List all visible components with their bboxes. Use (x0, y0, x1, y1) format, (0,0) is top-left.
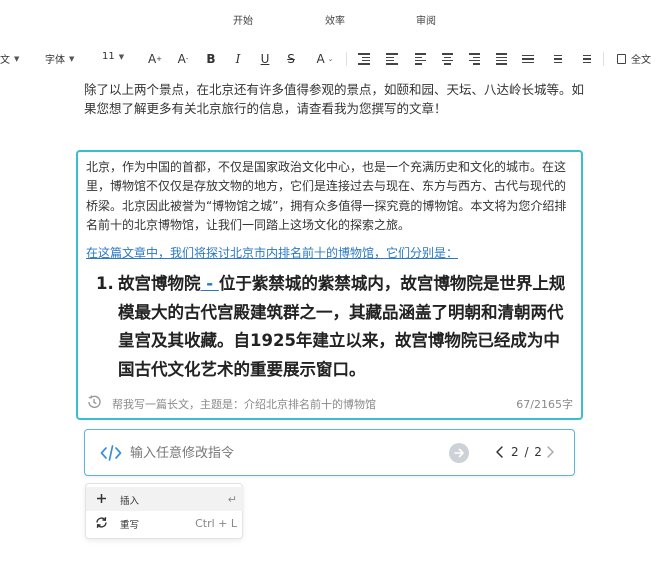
instruction-bar: 2 / 2 (84, 429, 575, 476)
history-icon[interactable] (86, 394, 102, 410)
rewrite-menu-item[interactable]: 重写 Ctrl + L (86, 511, 244, 535)
font-family-label: 字体 (45, 55, 65, 66)
rewrite-label: 重写 (120, 520, 140, 531)
ai-generated-content-card[interactable]: 北京，作为中国的首都，不仅是国家政治文化中心，也是一个充满历史和文化的城市。在这… (76, 150, 583, 420)
text-cursor: - (200, 274, 219, 293)
card-footer: 帮我写一篇长文，主题是：介绍北京排名前十的博物馆 67/2165字 (86, 394, 573, 412)
font-size-label: 11 (102, 51, 115, 62)
underline-icon[interactable]: U (256, 50, 274, 68)
send-button[interactable] (449, 443, 469, 463)
list-item-title: 故宫博物院 (118, 274, 201, 293)
tab-review[interactable]: 审阅 (416, 12, 436, 27)
menu-bar: 开始 效率 审阅 (0, 0, 660, 36)
refresh-icon (94, 515, 108, 529)
chevron-down-icon: ▼ (69, 54, 75, 63)
instruction-input[interactable] (130, 443, 430, 463)
ai-section-link[interactable]: 在这篇文章中，我们将探讨北京市内排名前十的博物馆，它们分别是： (86, 244, 574, 261)
numbered-list-icon[interactable] (547, 50, 565, 68)
align-center-icon[interactable] (438, 50, 456, 68)
ai-list-item: 1. 故宫博物院 - 位于紫禁城的紫禁城内，故宫博物院是世界上规模最大的古代宫殿… (96, 270, 574, 384)
tab-start[interactable]: 开始 (233, 12, 253, 27)
arrow-right-icon (454, 448, 464, 458)
word-count: 67/2165字 (516, 398, 573, 411)
bullet-list-icon[interactable] (576, 50, 594, 68)
insert-menu-item[interactable]: 插入 ↵ (86, 487, 244, 511)
decrease-font-icon[interactable]: A- (174, 50, 192, 68)
document-paragraph[interactable]: 除了以上两个景点，在北京还有许多值得参观的景点，如颐和园、天坛、八达岭长城等。如… (84, 80, 584, 118)
chevron-down-icon: ▼ (118, 52, 125, 61)
chevron-right-icon[interactable] (544, 444, 556, 460)
align-justify-icon[interactable] (492, 50, 510, 68)
tab-efficiency[interactable]: 效率 (325, 12, 345, 27)
action-dropdown: 插入 ↵ 重写 Ctrl + L (85, 483, 244, 539)
indent-increase-icon[interactable] (355, 50, 373, 68)
code-icon (100, 445, 122, 461)
insert-label: 插入 (120, 496, 140, 507)
enter-key-icon: ↵ (227, 493, 237, 506)
paragraph-style-select[interactable]: 正文 ▼ (0, 51, 20, 67)
bold-icon[interactable]: B (202, 50, 220, 68)
paragraph-style-label: 正文 (0, 55, 10, 66)
list-number: 1. (96, 274, 114, 293)
strikethrough-icon[interactable]: S (282, 50, 300, 68)
plus-icon (94, 491, 108, 505)
font-family-select[interactable]: 字体 ▼ (45, 51, 75, 67)
ai-intro-paragraph: 北京，作为中国的首都，不仅是国家政治文化中心，也是一个充满历史和文化的城市。在这… (86, 160, 567, 232)
increase-font-icon[interactable]: A + (146, 50, 164, 68)
indent-decrease-icon[interactable] (383, 50, 401, 68)
toolbar-divider (346, 52, 347, 66)
chevron-down-icon: ▼ (14, 54, 20, 63)
generation-prompt: 帮我写一篇长文，主题是：介绍北京排名前十的博物馆 (112, 398, 376, 411)
align-right-icon[interactable] (465, 50, 483, 68)
fulltext-button[interactable]: 全文 (617, 51, 651, 66)
align-left-icon[interactable] (411, 50, 429, 68)
document-icon (617, 53, 626, 64)
list-item-text: 故宫博物院 - 位于紫禁城的紫禁城内，故宫博物院是世界上规模最大的古代宫殿建筑群… (96, 270, 574, 384)
version-pager: 2 / 2 (490, 443, 560, 463)
fulltext-label: 全文 (631, 55, 651, 66)
font-color-icon[interactable]: A ⌄ (312, 50, 338, 68)
rewrite-shortcut: Ctrl + L (195, 517, 237, 530)
format-toolbar: 正文▼ 字体▼ 11▼ A+ A- B I U S A⌄ 全文 (0, 46, 660, 74)
toolbar-divider (603, 52, 604, 66)
pager-text: 2 / 2 (511, 445, 543, 459)
chevron-left-icon[interactable] (494, 444, 506, 460)
line-spacing-icon[interactable] (519, 50, 537, 68)
italic-icon[interactable]: I (229, 50, 247, 68)
font-size-select[interactable]: 11 ▼ (102, 51, 124, 62)
